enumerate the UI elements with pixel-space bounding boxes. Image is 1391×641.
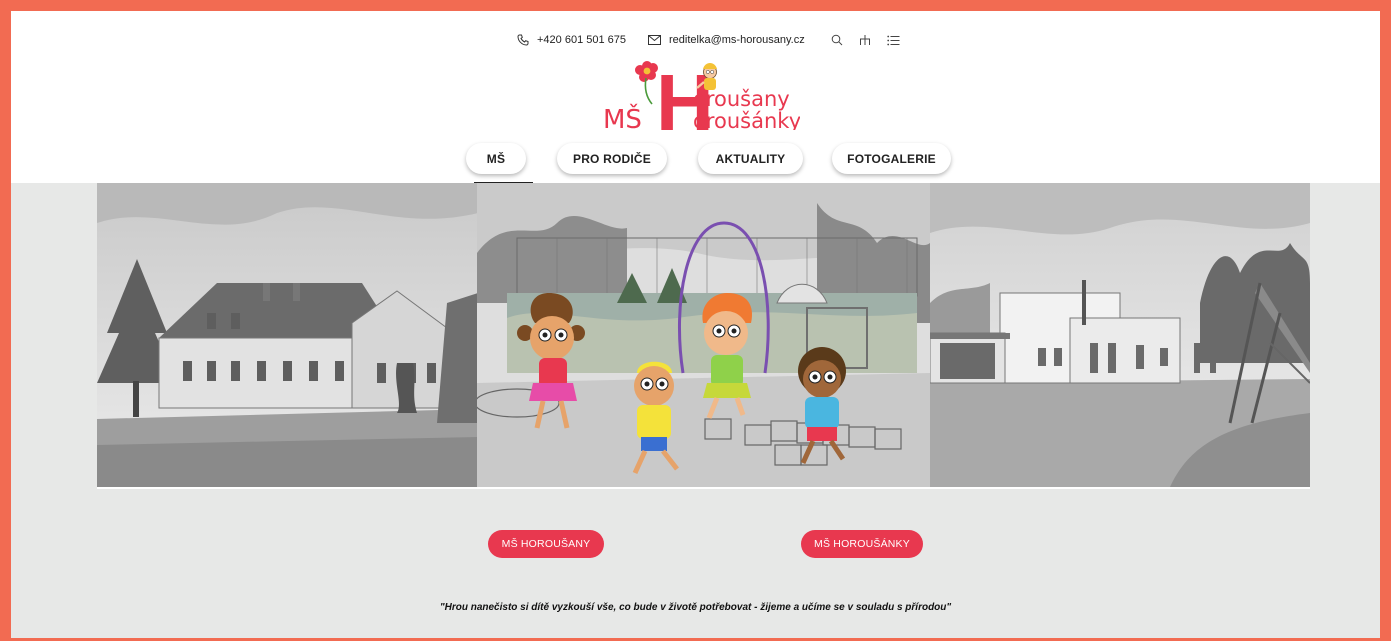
logo-prefix: MŠ [603, 103, 642, 130]
flower-icon [635, 61, 658, 105]
search-button[interactable] [831, 34, 843, 46]
mail-icon [648, 35, 662, 45]
phone-number: +420 601 501 675 [537, 34, 627, 46]
phone-icon [517, 34, 529, 46]
phone-link[interactable]: +420 601 501 675 [517, 34, 626, 46]
sitemap-button[interactable] [859, 34, 871, 46]
sitemap-icon [859, 35, 870, 45]
site-logo[interactable]: MŠ H oroušany oroušánky [600, 58, 800, 130]
motto-quote: "Hrou nanečisto si dítě vyzkouší vše, co… [439, 602, 952, 613]
menu-list-button[interactable] [887, 35, 900, 46]
button-ms-horousany[interactable]: MŠ HOROUŠANY [488, 530, 604, 558]
nav-item-fotogalerie[interactable]: FOTOGALERIE [832, 143, 951, 174]
hero-banner [97, 183, 1310, 487]
hero-image-old-building [97, 183, 478, 487]
hero-image-playground [477, 183, 930, 487]
email-link[interactable]: reditelka@ms-horousany.cz [648, 34, 805, 46]
logo-line-1: oroušany [693, 87, 790, 111]
page-frame: +420 601 501 675 reditelka@ms-horousany.… [11, 11, 1380, 638]
logo-line-2: oroušánky [693, 109, 800, 130]
contact-bar: +420 601 501 675 reditelka@ms-horousany.… [517, 32, 912, 48]
list-icon [887, 35, 900, 45]
nav-item-aktuality[interactable]: AKTUALITY [698, 143, 803, 174]
hero-divider [97, 487, 1310, 489]
email-address: reditelka@ms-horousany.cz [669, 34, 805, 46]
button-ms-horousanky[interactable]: MŠ HOROUŠÁNKY [801, 530, 923, 558]
nav-item-pro-rodice[interactable]: PRO RODIČE [557, 143, 667, 174]
search-icon [831, 34, 843, 46]
main-nav: MŠ PRO RODIČE AKTUALITY FOTOGALERIE [11, 143, 1380, 175]
hero-image-modern-building [930, 183, 1310, 487]
nav-item-ms[interactable]: MŠ [466, 143, 526, 174]
